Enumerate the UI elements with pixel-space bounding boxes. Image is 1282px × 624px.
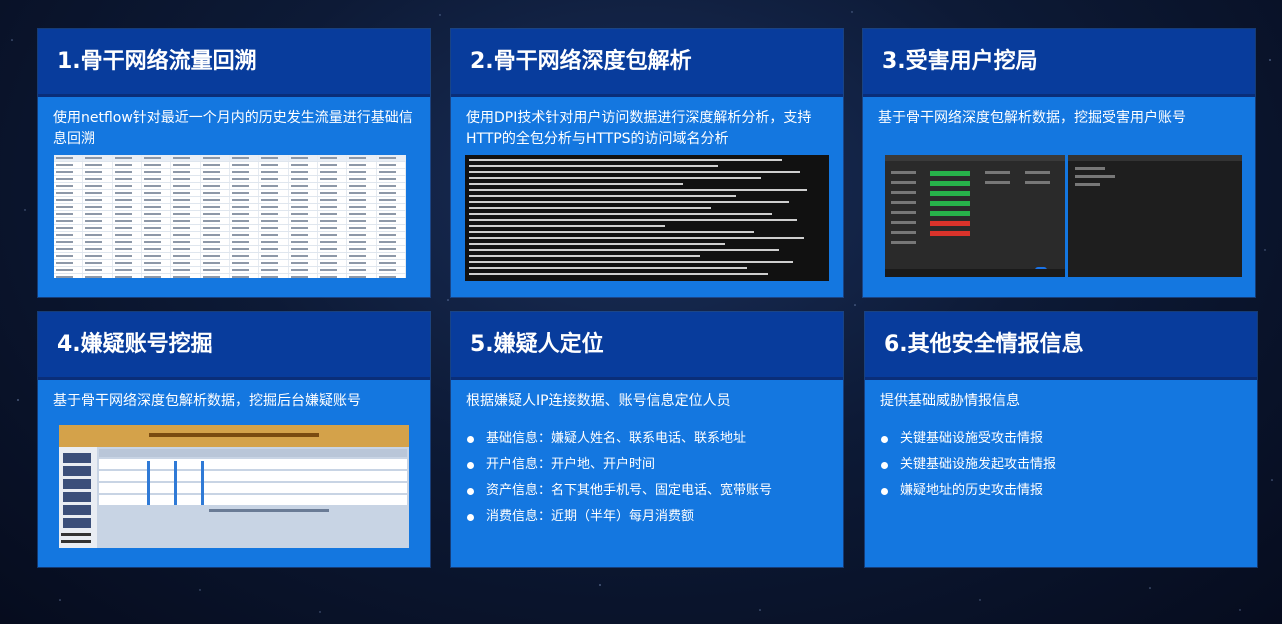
card-description: 使用DPI技术针对用户访问数据进行深度解析分析，支持HTTP的全包分析与HTTP… xyxy=(466,110,812,147)
card-suspect-account-mining: 4.嫌疑账号挖掘 基于骨干网络深度包解析数据，挖掘后台嫌疑账号 xyxy=(38,312,430,567)
web-admin-screenshot xyxy=(59,425,409,548)
card-title: 6.其他安全情报信息 xyxy=(865,312,1257,380)
card-title: 5.嫌疑人定位 xyxy=(451,312,843,380)
card-traffic-backtrack: 1.骨干网络流量回溯 使用netflow针对最近一个月内的历史发生流量进行基础信… xyxy=(38,29,430,297)
card-description: 提供基础威胁情报信息 xyxy=(880,393,1020,409)
card-description: 基于骨干网络深度包解析数据，挖掘后台嫌疑账号 xyxy=(53,393,361,409)
info-list: 基础信息：嫌疑人姓名、联系电话、联系地址 开户信息：开户地、开户时间 资产信息：… xyxy=(451,426,843,530)
card-description: 根据嫌疑人IP连接数据、账号信息定位人员 xyxy=(466,393,731,409)
list-item: 资产信息：名下其他手机号、固定电话、宽带账号 xyxy=(466,478,843,504)
card-description: 使用netflow针对最近一个月内的历史发生流量进行基础信息回溯 xyxy=(53,110,413,147)
spreadsheet-screenshot xyxy=(54,155,406,278)
card-description: 基于骨干网络深度包解析数据，挖掘受害用户账号 xyxy=(878,110,1186,126)
terminal-log-screenshot xyxy=(465,155,829,281)
list-item: 嫌疑地址的历史攻击情报 xyxy=(880,478,1257,504)
list-item: 关键基础设施发起攻击情报 xyxy=(880,452,1257,478)
dashboard-screenshot xyxy=(885,155,1242,277)
list-item: 基础信息：嫌疑人姓名、联系电话、联系地址 xyxy=(466,426,843,452)
card-other-intel: 6.其他安全情报信息 提供基础威胁情报信息 关键基础设施受攻击情报 关键基础设施… xyxy=(865,312,1257,567)
log-line xyxy=(469,271,825,277)
card-suspect-locating: 5.嫌疑人定位 根据嫌疑人IP连接数据、账号信息定位人员 基础信息：嫌疑人姓名、… xyxy=(451,312,843,567)
info-list: 关键基础设施受攻击情报 关键基础设施发起攻击情报 嫌疑地址的历史攻击情报 xyxy=(865,426,1257,504)
card-victim-mining: 3.受害用户挖局 基于骨干网络深度包解析数据，挖掘受害用户账号 xyxy=(863,29,1255,297)
card-dpi-analysis: 2.骨干网络深度包解析 使用DPI技术针对用户访问数据进行深度解析分析，支持HT… xyxy=(451,29,843,297)
card-title: 2.骨干网络深度包解析 xyxy=(451,29,843,97)
list-item: 开户信息：开户地、开户时间 xyxy=(466,452,843,478)
card-title: 1.骨干网络流量回溯 xyxy=(38,29,430,97)
card-title: 3.受害用户挖局 xyxy=(863,29,1255,97)
list-item: 消费信息：近期（半年）每月消费额 xyxy=(466,504,843,530)
card-title: 4.嫌疑账号挖掘 xyxy=(38,312,430,380)
list-item: 关键基础设施受攻击情报 xyxy=(880,426,1257,452)
